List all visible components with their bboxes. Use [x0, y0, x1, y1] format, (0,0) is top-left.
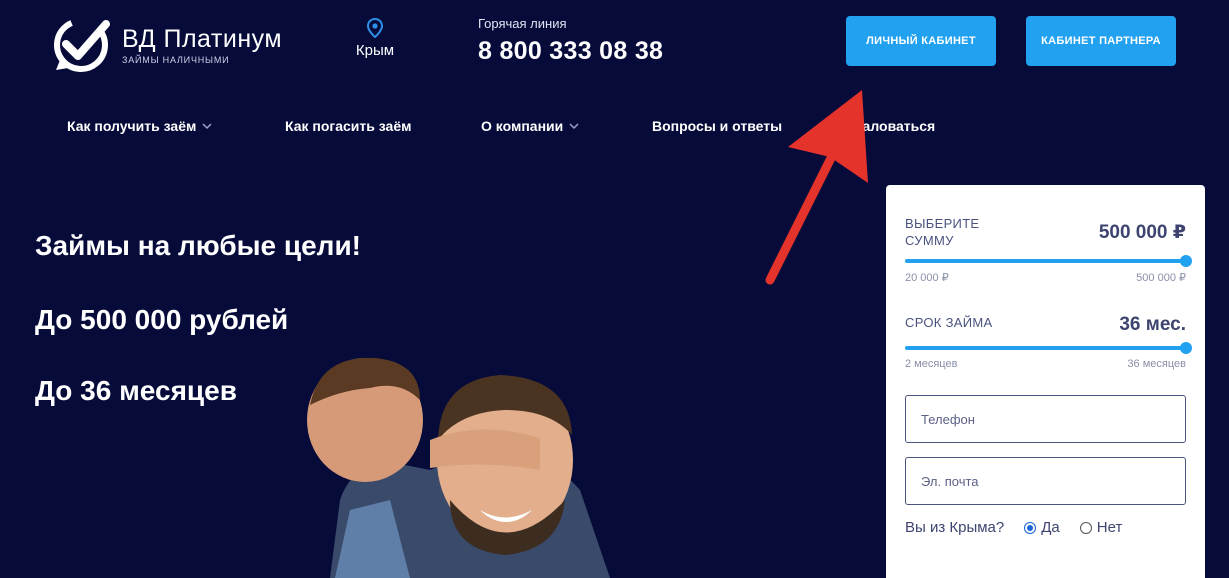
- term-max: 36 месяцев: [1127, 358, 1186, 370]
- annotation-arrow-icon: [765, 90, 868, 285]
- hero-photo: [307, 357, 610, 578]
- radio-no-label: Нет: [1096, 519, 1123, 536]
- term-label: СРОК ЗАЙМА: [905, 315, 993, 330]
- crimea-question: Вы из Крыма?: [905, 519, 1005, 536]
- amount-min: 20 000 ₽: [905, 272, 949, 284]
- phone-input[interactable]: Телефон: [905, 395, 1186, 443]
- amount-slider[interactable]: [905, 255, 1192, 267]
- logo-check-icon: [54, 18, 110, 72]
- crimea-radio-group: Вы из Крыма? Да Нет: [905, 519, 1186, 536]
- hero-headline: Займы на любые цели!: [35, 230, 361, 261]
- nav-item-label: Как получить заём: [67, 118, 197, 134]
- email-input[interactable]: Эл. почта: [905, 457, 1186, 505]
- nav-item-label: О компании: [481, 118, 564, 134]
- main-nav: Как получить заём Как погасить заём О ко…: [0, 118, 1229, 138]
- chevron-down-icon: [569, 123, 579, 130]
- hero-amount: До 500 000 рублей: [35, 304, 289, 335]
- term-slider[interactable]: [905, 342, 1192, 354]
- nav-item-how-to-repay[interactable]: Как погасить заём: [285, 118, 411, 134]
- nav-item-how-to-get-loan[interactable]: Как получить заём: [67, 118, 212, 134]
- amount-label: ВЫБЕРИТЕ СУММУ: [905, 216, 980, 248]
- hotline: Горячая линия 8 800 333 08 38: [478, 16, 663, 66]
- radio-no-dot[interactable]: [1079, 521, 1092, 534]
- chevron-down-icon: [202, 123, 212, 130]
- radio-no[interactable]: Нет: [1079, 519, 1123, 536]
- term-value: 36 мес.: [1119, 314, 1186, 335]
- radio-yes-label: Да: [1041, 519, 1060, 536]
- amount-max: 500 000 ₽: [1136, 272, 1186, 284]
- personal-cabinet-button[interactable]: ЛИЧНЫЙ КАБИНЕТ: [846, 16, 996, 66]
- partner-cabinet-button[interactable]: КАБИНЕТ ПАРТНЕРА: [1026, 16, 1176, 66]
- hotline-label: Горячая линия: [478, 16, 567, 31]
- radio-yes[interactable]: Да: [1024, 519, 1060, 536]
- amount-slider-thumb[interactable]: [1180, 255, 1192, 267]
- loan-calculator: ВЫБЕРИТЕ СУММУ 500 000 ₽ 20 000 ₽ 500 00…: [886, 185, 1205, 578]
- hotline-number[interactable]: 8 800 333 08 38: [478, 37, 663, 66]
- logo[interactable]: ВД Платинум ЗАЙМЫ НАЛИЧНЫМИ: [52, 16, 282, 74]
- term-slider-thumb[interactable]: [1180, 342, 1192, 354]
- region-label: Крым: [355, 42, 395, 59]
- nav-item-label: Как погасить заём: [285, 118, 412, 134]
- region-selector[interactable]: Крым: [352, 18, 398, 60]
- location-pin-icon: [367, 18, 383, 38]
- amount-value: 500 000 ₽: [1098, 222, 1186, 243]
- radio-yes-dot[interactable]: [1024, 521, 1037, 534]
- nav-item-about[interactable]: О компании: [481, 118, 579, 134]
- hero-term: До 36 месяцев: [35, 375, 237, 406]
- term-min: 2 месяцев: [905, 358, 958, 370]
- logo-title: ВД Платинум: [122, 25, 283, 53]
- logo-subtitle: ЗАЙМЫ НАЛИЧНЫМИ: [122, 55, 230, 65]
